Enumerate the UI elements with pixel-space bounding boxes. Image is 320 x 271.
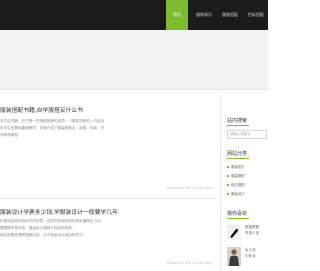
nav-item-home[interactable]: 首页 xyxy=(166,0,188,30)
post-title[interactable]: 服装搭配书籍,自学服搭买什么书 xyxy=(0,105,83,114)
bullet-square-icon xyxy=(227,184,229,186)
category-widget-title: 网站分类 xyxy=(227,151,248,157)
garment-photo-icon xyxy=(227,226,241,239)
model-photo-icon xyxy=(227,247,241,266)
recommend-title-line[interactable]: 服装搭配 xyxy=(245,225,259,230)
title-underline xyxy=(227,125,249,126)
post-excerpt-line: 报名前要弄清楚课程内容。对于服装设计培训的学习... xyxy=(0,233,87,237)
post-list: 服装搭配书籍,自学服搭买什么书 本文由书籍，总下是一些搭和推荐的选项：《服装学概… xyxy=(0,95,216,271)
category-label: 色彩搭配 xyxy=(231,183,245,187)
bullet-square-icon xyxy=(227,175,229,177)
category-label: 服装知识 xyxy=(231,165,245,169)
title-underline xyxy=(227,218,249,219)
recommend-thumbnail[interactable] xyxy=(227,247,241,266)
recommend-thumbnail[interactable] xyxy=(227,225,241,239)
bullet-square-icon xyxy=(227,193,229,195)
category-item[interactable]: 服装知识 xyxy=(227,164,245,169)
category-item[interactable]: 色彩搭配 xyxy=(227,182,245,187)
top-navigation-bar: 首页 服装知识 服装搭配 色彩搭配 xyxy=(0,0,268,30)
post-meta: Posted on 2023-04-00 Buy xyxy=(167,261,212,265)
nav-item-color-matching[interactable]: 色彩搭配 xyxy=(244,0,268,30)
post-meta: Posted on 2023-04-00 Buy xyxy=(167,186,212,190)
bullet-square-icon xyxy=(227,166,229,168)
post-excerpt-line: 要根据学费选择。服装设计课程中培训机构有... xyxy=(0,226,76,230)
category-label: 服装搭配 xyxy=(231,174,245,178)
title-underline xyxy=(227,158,249,159)
recommend-title-line[interactable]: 女人衣 xyxy=(245,248,256,253)
post-excerpt-line: 年学生的基础课程教材，详细介绍了服装的概念、起源、构成、历 xyxy=(0,126,105,130)
sidebar: 站内搜索 请输入关键字 网站分类 服装知识 服装搭配 色彩搭配 服装设计 猜你喜… xyxy=(220,95,268,271)
nav-item-clothing-knowledge[interactable]: 服装知识 xyxy=(192,0,216,30)
nav-item-clothing-matching[interactable]: 服装搭配 xyxy=(218,0,242,30)
banner-area xyxy=(0,30,268,90)
post-item: 服装设计学费多少钱,学服装设计一般要学几年 的费用由培训机构不同而异，优质学校或… xyxy=(0,199,216,271)
recommend-title-line[interactable]: 学多少钱 xyxy=(245,231,259,236)
category-item[interactable]: 服装设计 xyxy=(227,191,245,196)
category-item[interactable]: 服装搭配 xyxy=(227,173,245,178)
search-input[interactable]: 请输入关键字 xyxy=(227,130,267,139)
post-excerpt-line: 的费用由培训机构不同而异，优质学校或机构的费用通常在 元以 xyxy=(0,219,102,223)
search-widget-title: 站内搜索 xyxy=(227,118,248,124)
post-item: 服装搭配书籍,自学服搭买什么书 本文由书籍，总下是一些搭和推荐的选项：《服装学概… xyxy=(0,95,216,199)
post-excerpt-line: 学等领域知 xyxy=(0,133,18,137)
recommend-title-line[interactable]: 中年女 xyxy=(245,254,256,259)
category-label: 服装设计 xyxy=(231,192,245,196)
recommend-widget-title: 猜你喜欢 xyxy=(227,211,248,217)
post-title[interactable]: 服装设计学费多少钱,学服装设计一般要学几年 xyxy=(0,207,118,216)
post-excerpt-line: 本文由书籍，总下是一些搭和推荐的选项：《服装学概论》内容全 xyxy=(0,119,105,123)
